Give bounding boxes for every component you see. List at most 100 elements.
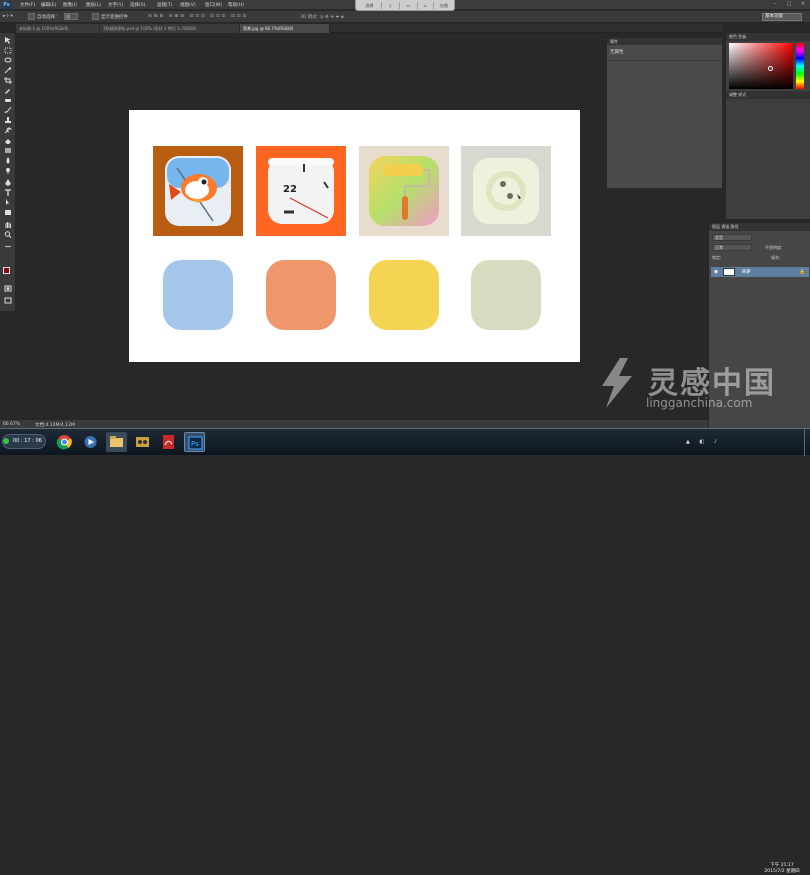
lock-icon: 🔒: [799, 269, 806, 275]
zoom-level[interactable]: 66.67%: [3, 422, 20, 427]
shape-tool-icon[interactable]: [4, 209, 12, 216]
adjustments-tabs[interactable]: 调整 样式: [726, 91, 810, 99]
color-picker-cursor[interactable]: [768, 66, 773, 71]
capture-only-button[interactable]: 仅限: [434, 2, 454, 9]
hue-slider[interactable]: [796, 43, 804, 89]
windows-taskbar: 00 : 17 : 06 Ps ▲ ◧ ♪ 下午 21:17 2015/7/2 …: [0, 428, 810, 874]
minimize-icon[interactable]: –: [770, 1, 780, 8]
menu-window[interactable]: 窗口(W): [205, 2, 222, 8]
layer-row-background[interactable]: ◉ 背景 🔒: [711, 267, 809, 277]
layer-filter-kind[interactable]: 类型: [712, 234, 752, 241]
show-transform-checkbox[interactable]: [92, 13, 99, 20]
move-tool-icon[interactable]: ▸⊹ ▾: [3, 14, 13, 19]
menu-view[interactable]: 视图(V): [180, 2, 196, 8]
eye-visibility-icon[interactable]: ◉: [714, 269, 718, 275]
properties-panel: 属性 无属性: [606, 37, 723, 189]
options-bar: ▸⊹ ▾ 自动选择： 组 显示变换控件 ⊟⊞⊟ ⊟⊞⊟ ⊡⊡⊡ ⊡⊡⊡ ⊡⊡⊡ …: [0, 11, 810, 23]
layers-panel-tabs[interactable]: 图层 通道 路径: [709, 223, 810, 231]
show-desktop-button[interactable]: [804, 429, 810, 456]
menu-filter[interactable]: 滤镜(T): [157, 2, 172, 8]
tab-icons-psd[interactable]: 3款精致图标.psd @ 100% (形状 1 拷贝 3, RGB/8): [100, 24, 240, 33]
tab-untitled[interactable]: 未标题-1 @ 100%(RGB/8): [16, 24, 100, 33]
quick-select-tool-icon[interactable]: [4, 67, 12, 74]
menu-file[interactable]: 文件(F): [20, 2, 35, 8]
layer-thumbnail: [723, 268, 735, 276]
align-buttons-icon[interactable]: ⊟⊞⊟ ⊟⊞⊟ ⊡⊡⊡ ⊡⊡⊡ ⊡⊡⊡: [148, 14, 248, 19]
paint-roller-icon: [359, 146, 449, 236]
blend-mode-select[interactable]: 正常: [712, 244, 752, 251]
healing-brush-tool-icon[interactable]: [4, 97, 12, 104]
watermark-url: lingganchina.com: [646, 396, 753, 410]
path-select-tool-icon[interactable]: [4, 199, 12, 206]
show-transform-label: 显示变换控件: [101, 15, 128, 20]
screen-mode-icon[interactable]: [4, 297, 12, 304]
system-tray-icon[interactable]: ▲ ◧ ♪: [686, 439, 721, 445]
menu-help[interactable]: 帮助(H): [228, 2, 244, 8]
menu-type[interactable]: 文字(Y): [108, 2, 123, 8]
maximize-icon[interactable]: □: [784, 1, 794, 8]
close-icon[interactable]: ×: [798, 1, 808, 8]
koi-fish-icon: [153, 146, 243, 236]
auto-select-dropdown[interactable]: 组: [64, 13, 78, 20]
foreground-color-swatch[interactable]: [3, 267, 10, 274]
menu-image[interactable]: 图像(I): [63, 2, 77, 8]
explorer-taskbar-icon[interactable]: [106, 432, 127, 452]
capture-select-button[interactable]: 选择: [358, 2, 382, 9]
crop-tool-icon[interactable]: [4, 77, 12, 84]
chrome-taskbar-icon[interactable]: [54, 432, 75, 452]
photoshop-logo-icon: Ps: [2, 1, 11, 9]
gradient-tool-icon[interactable]: [4, 147, 12, 154]
sage-squircle-shape: [471, 260, 541, 330]
clone-stamp-tool-icon[interactable]: [4, 117, 12, 124]
lasso-tool-icon[interactable]: [4, 57, 12, 64]
dodge-tool-icon[interactable]: [4, 167, 12, 174]
menu-select[interactable]: 选择(S): [130, 2, 145, 8]
move-tool-icon[interactable]: [4, 37, 12, 44]
color-panel: 颜色 色板: [725, 33, 810, 91]
zoom-tool-icon[interactable]: [4, 231, 12, 238]
blur-tool-icon[interactable]: [4, 157, 12, 164]
properties-tab[interactable]: 属性: [607, 38, 722, 45]
photoshop-taskbar-icon[interactable]: Ps: [184, 432, 205, 452]
pen-tool-icon[interactable]: [4, 179, 12, 186]
watermark-logo-icon: [602, 358, 632, 408]
status-bar: 66.67% 文档:4.12M/4.12M: [0, 419, 708, 428]
capture-home-button[interactable]: ⌂: [418, 2, 434, 9]
lock-label: 锁定:: [712, 255, 722, 260]
app-taskbar-icon[interactable]: [132, 432, 153, 452]
marquee-tool-icon[interactable]: [4, 47, 12, 54]
brush-tool-icon[interactable]: [4, 107, 12, 114]
hand-tool-icon[interactable]: [4, 221, 12, 228]
pdf-taskbar-icon[interactable]: [158, 432, 179, 452]
color-picker-field[interactable]: [729, 43, 793, 89]
color-panel-tabs[interactable]: 颜色 色板: [726, 33, 810, 41]
eyedropper-tool-icon[interactable]: [4, 87, 12, 94]
workspace-switcher[interactable]: 基本功能: [762, 13, 802, 21]
eraser-tool-icon[interactable]: [4, 137, 12, 144]
document-canvas[interactable]: 22: [129, 110, 580, 362]
auto-select-checkbox[interactable]: [28, 13, 35, 20]
clock-date: 2015/7/2 星期四: [764, 869, 800, 874]
type-tool-icon[interactable]: [4, 189, 12, 196]
blue-squircle-shape: [163, 260, 233, 330]
system-clock[interactable]: 下午 21:17 2015/7/2 星期四: [762, 863, 802, 875]
capture-window-button[interactable]: ▭: [400, 2, 418, 9]
tab-background-jpg[interactable]: 背景.jpg @ 66.7%(RGB/8): [240, 24, 330, 33]
media-player-taskbar-icon[interactable]: [80, 432, 101, 452]
3d-mode-icon[interactable]: 3D 模式: ◎ ✥ ✣ ⬌ ◈: [300, 14, 344, 20]
adjustments-panel: 调整 样式: [725, 91, 810, 219]
more-tools-icon[interactable]: [4, 243, 12, 250]
history-brush-tool-icon[interactable]: [4, 127, 12, 134]
screen-capture-bar: 选择 ▯ ▭ ⌂ 仅限: [355, 0, 455, 11]
menu-edit[interactable]: 编辑(E): [41, 2, 56, 8]
clock-app-icon: 22: [256, 146, 346, 236]
record-indicator-icon: [3, 438, 9, 444]
capture-region-button[interactable]: ▯: [382, 2, 400, 9]
menu-layer[interactable]: 图层(L): [86, 2, 101, 8]
clock-icon-number: 22: [283, 184, 297, 195]
svg-text:Ps: Ps: [191, 440, 199, 448]
properties-empty-label: 无属性: [610, 50, 624, 55]
orange-squircle-shape: [266, 260, 336, 330]
power-socket-icon: [461, 146, 551, 236]
quick-mask-icon[interactable]: [4, 285, 12, 292]
